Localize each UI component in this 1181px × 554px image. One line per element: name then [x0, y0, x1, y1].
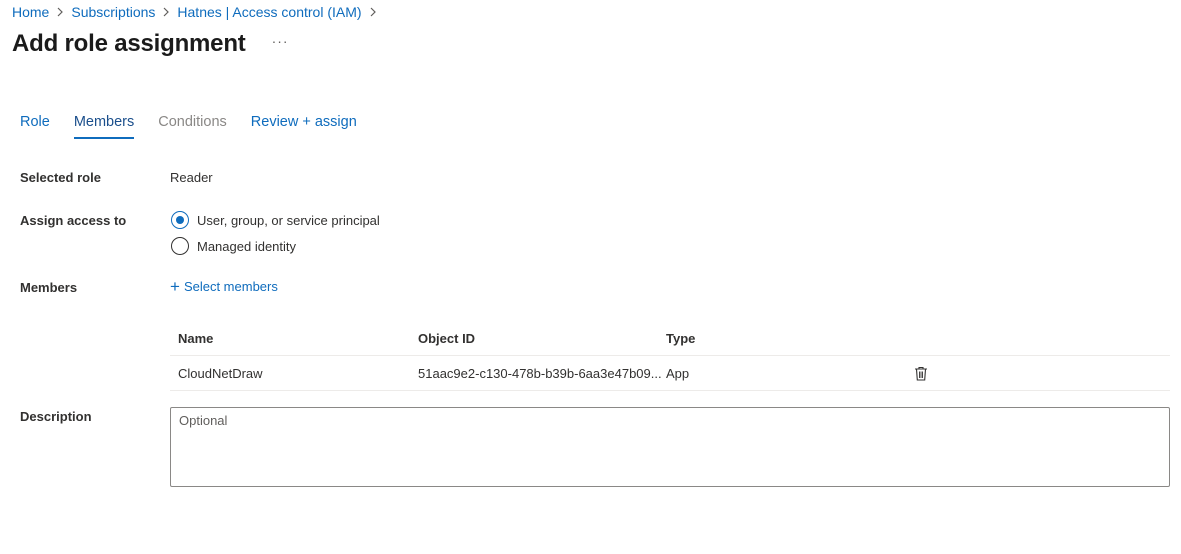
more-options-button[interactable]: ··· [272, 34, 289, 54]
breadcrumb-home[interactable]: Home [12, 3, 49, 21]
selected-role-label: Selected role [20, 170, 101, 185]
member-name: CloudNetDraw [178, 365, 263, 381]
tab-members[interactable]: Members [73, 114, 135, 139]
tab-role[interactable]: Role [20, 114, 50, 139]
member-type: App [666, 365, 690, 381]
members-label: Members [20, 280, 78, 295]
radio-managed-identity[interactable]: Managed identity [171, 237, 296, 255]
member-object-id: 51aac9e2-c130-478b-b39b-6aa3e47b09... [418, 365, 662, 381]
radio-label: Managed identity [197, 238, 297, 254]
breadcrumb-subscriptions[interactable]: Subscriptions [71, 3, 155, 21]
breadcrumb: Home Subscriptions Hatnes | Access contr… [12, 3, 384, 21]
tab-review-assign[interactable]: Review + assign [251, 114, 357, 139]
radio-unchecked-icon[interactable] [171, 237, 189, 255]
table-row: CloudNetDraw 51aac9e2-c130-478b-b39b-6aa… [170, 356, 1170, 391]
selected-role-value: Reader [170, 170, 213, 185]
chevron-right-icon [56, 7, 64, 17]
table-header: Name Object ID Type [170, 322, 1170, 356]
chevron-right-icon [162, 7, 170, 17]
column-header-name: Name [178, 331, 214, 346]
column-header-object-id: Object ID [418, 331, 476, 346]
radio-checked-icon[interactable] [171, 211, 189, 229]
title-row: Add role assignment ··· [12, 30, 289, 58]
description-input[interactable] [170, 407, 1170, 487]
page-title: Add role assignment [12, 30, 246, 57]
chevron-right-icon [369, 7, 377, 17]
radio-label: User, group, or service principal [197, 212, 380, 228]
tab-conditions[interactable]: Conditions [158, 114, 227, 139]
select-members-label: Select members [183, 279, 278, 294]
trash-icon[interactable] [914, 366, 954, 381]
radio-user-group-sp[interactable]: User, group, or service principal [171, 211, 380, 229]
plus-icon: + [170, 276, 180, 296]
assign-access-label: Assign access to [20, 213, 127, 228]
select-members-button[interactable]: + Select members [170, 276, 278, 296]
column-header-type: Type [666, 331, 696, 346]
members-table: Name Object ID Type CloudNetDraw 51aac9e… [170, 322, 1170, 391]
breadcrumb-access-control[interactable]: Hatnes | Access control (IAM) [177, 3, 361, 21]
wizard-tabs: Role Members Conditions Review + assign [20, 114, 381, 139]
description-label: Description [20, 409, 92, 424]
